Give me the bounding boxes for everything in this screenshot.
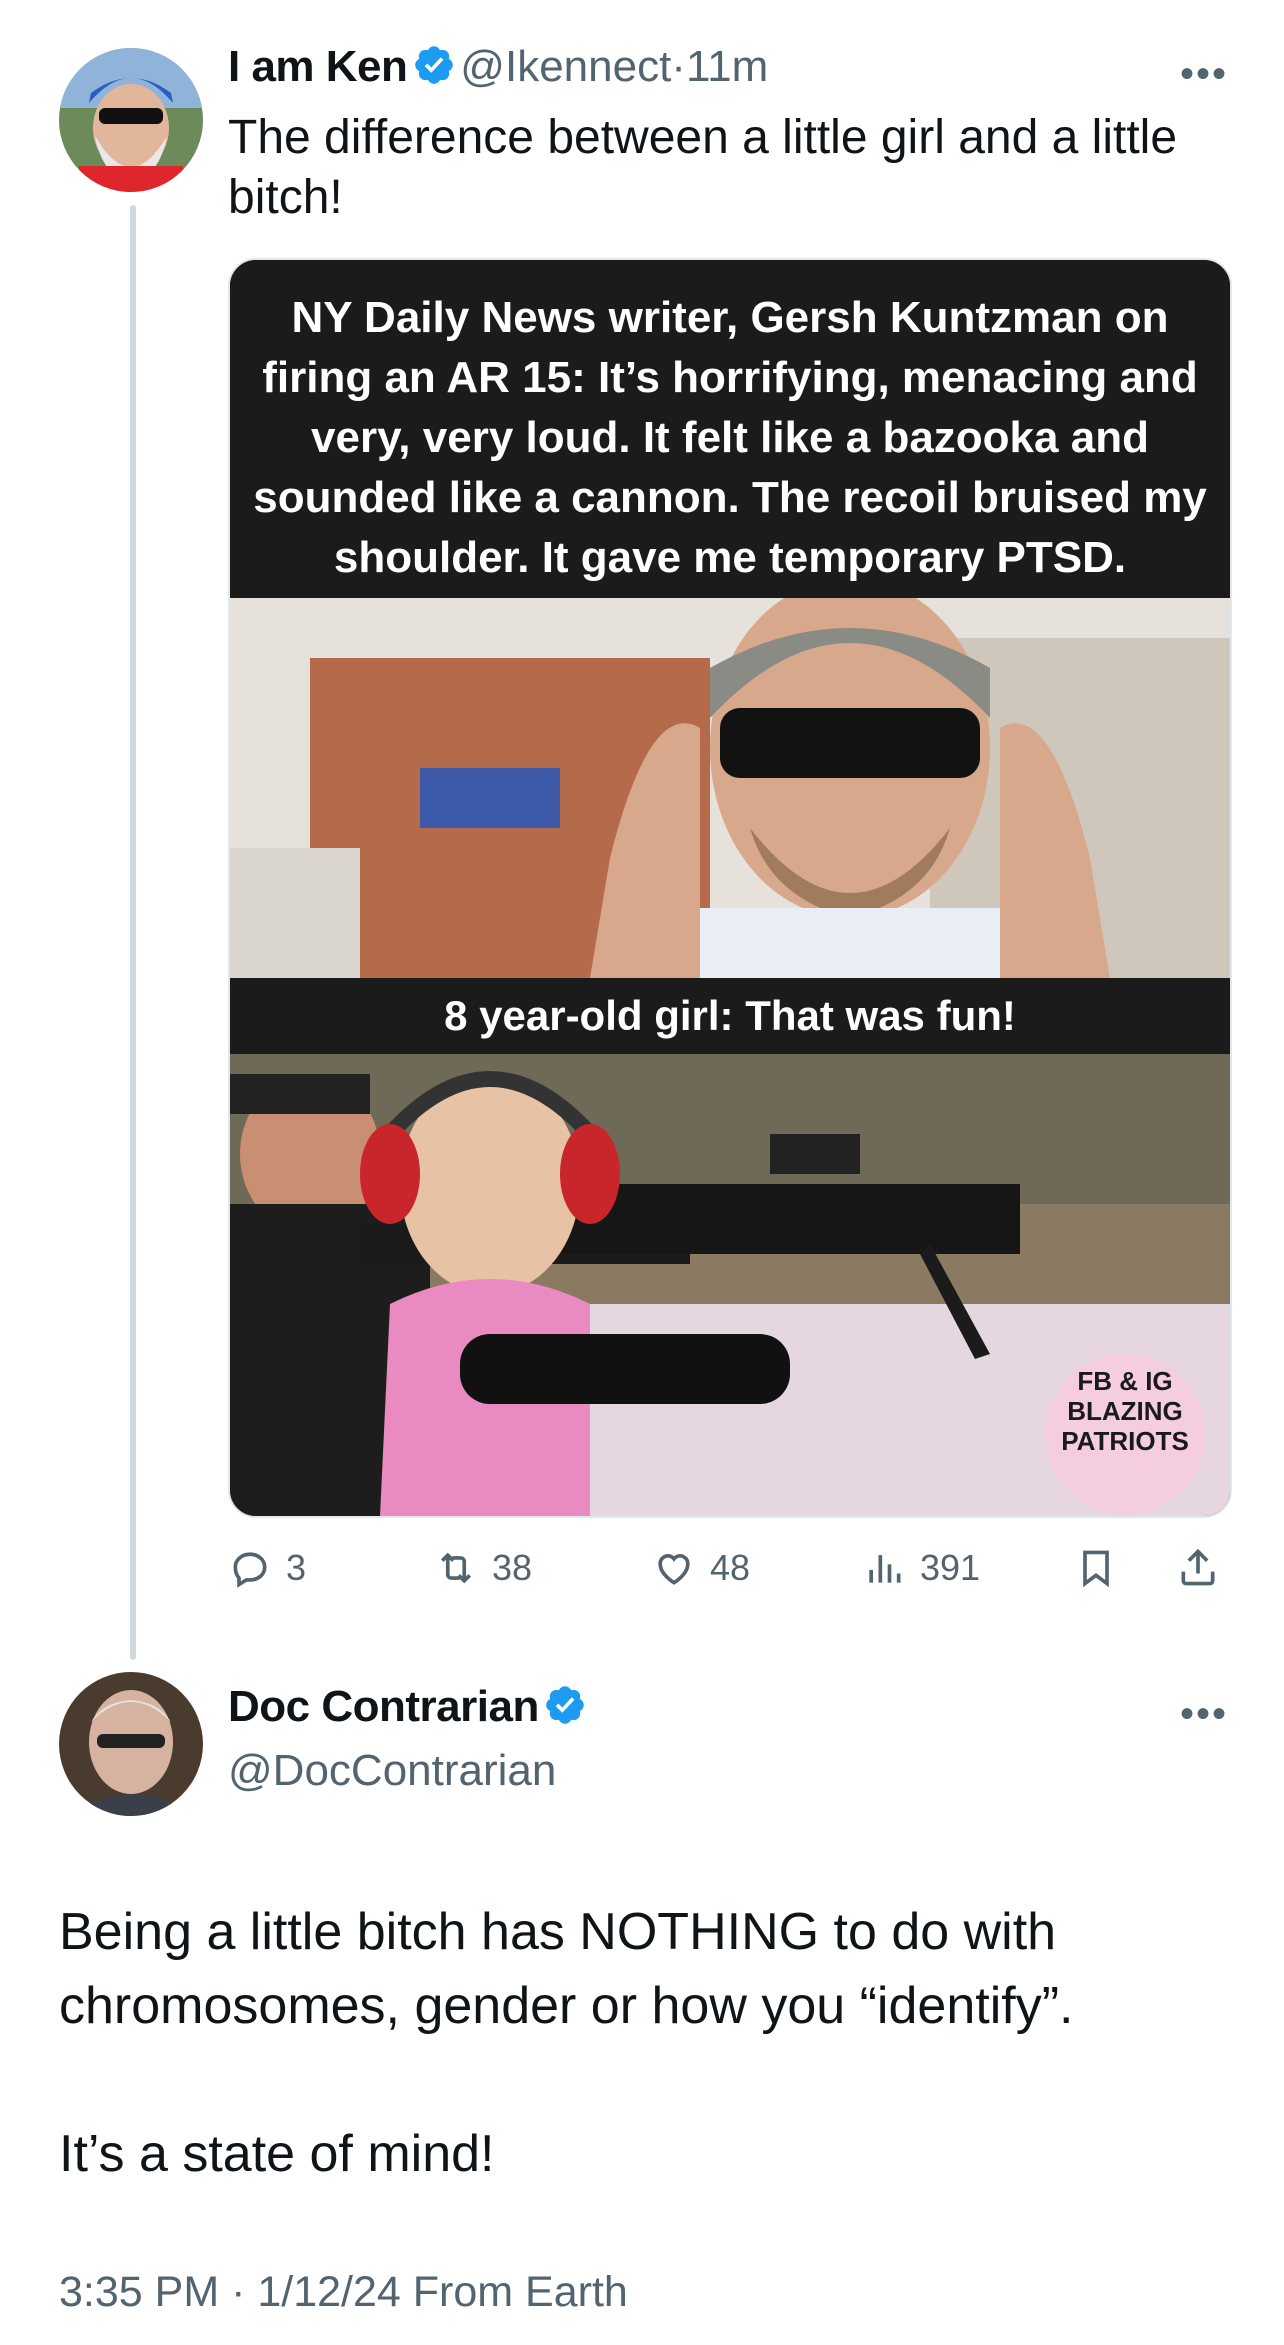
author-handle[interactable]: @Ikennect	[460, 42, 671, 91]
tweet-time[interactable]: 11m	[686, 42, 768, 91]
avatar-doc[interactable]	[59, 1672, 203, 1816]
retweet-button[interactable]: 38	[434, 1546, 532, 1590]
views-button[interactable]: 391	[862, 1546, 980, 1590]
more-options-icon[interactable]: •••	[1180, 52, 1228, 97]
author-handle-2[interactable]: @DocContrarian	[228, 1746, 556, 1796]
watermark-line-2: BLAZING	[1067, 1396, 1183, 1426]
author-name-2[interactable]: Doc Contrarian	[228, 1682, 539, 1731]
watermark-line-3: PATRIOTS	[1061, 1426, 1189, 1456]
tweet-media-image[interactable]: NY Daily News writer, Gersh Kuntzman on …	[228, 258, 1232, 1518]
author-name[interactable]: I am Ken	[228, 42, 408, 91]
avatar-ken-image	[59, 48, 203, 192]
views-chart-icon	[869, 1555, 901, 1583]
reply-count: 3	[286, 1547, 307, 1588]
like-count: 48	[710, 1547, 751, 1588]
watermark-text: FB & IG BLAZING PATRIOTS	[1050, 1366, 1200, 1456]
heart-icon	[658, 1554, 690, 1585]
meme-photo-writer	[230, 598, 1230, 978]
meme-mid-caption: 8 year-old girl: That was fun!	[230, 978, 1230, 1054]
reply-button[interactable]: 3	[228, 1546, 306, 1590]
tweet-timestamp-footer[interactable]: 3:35 PM · 1/12/24 From Earth	[59, 2268, 628, 2317]
tweet1-text: The difference between a little girl and…	[228, 111, 1178, 224]
share-button[interactable]	[1176, 1546, 1220, 1590]
watermark-line-1: FB & IG	[1077, 1366, 1173, 1396]
verified-badge-icon	[415, 46, 453, 84]
retweet-icon	[440, 1552, 472, 1584]
more-options-icon-2[interactable]: •••	[1180, 1692, 1228, 1737]
tweet2-header: Doc Contrarian	[228, 1682, 587, 1732]
separator-dot: ·	[671, 42, 686, 91]
share-icon	[1181, 1548, 1215, 1586]
like-button[interactable]: 48	[652, 1546, 750, 1590]
avatar-ken[interactable]	[59, 48, 203, 192]
thread-connector-line	[130, 205, 136, 1660]
reply-icon	[233, 1552, 267, 1588]
tweet1-header: I am Ken @Ikennect·11m	[228, 42, 768, 92]
tweet2-text: Being a little bitch has NOTHING to do w…	[59, 1903, 1074, 2183]
bookmark-button[interactable]	[1074, 1546, 1118, 1590]
avatar-doc-image	[59, 1672, 203, 1816]
bookmark-icon	[1083, 1550, 1109, 1588]
meme-top-caption: NY Daily News writer, Gersh Kuntzman on …	[230, 260, 1230, 598]
views-count: 391	[920, 1547, 981, 1588]
retweet-count: 38	[492, 1547, 533, 1588]
verified-badge-icon-2	[546, 1686, 585, 1724]
